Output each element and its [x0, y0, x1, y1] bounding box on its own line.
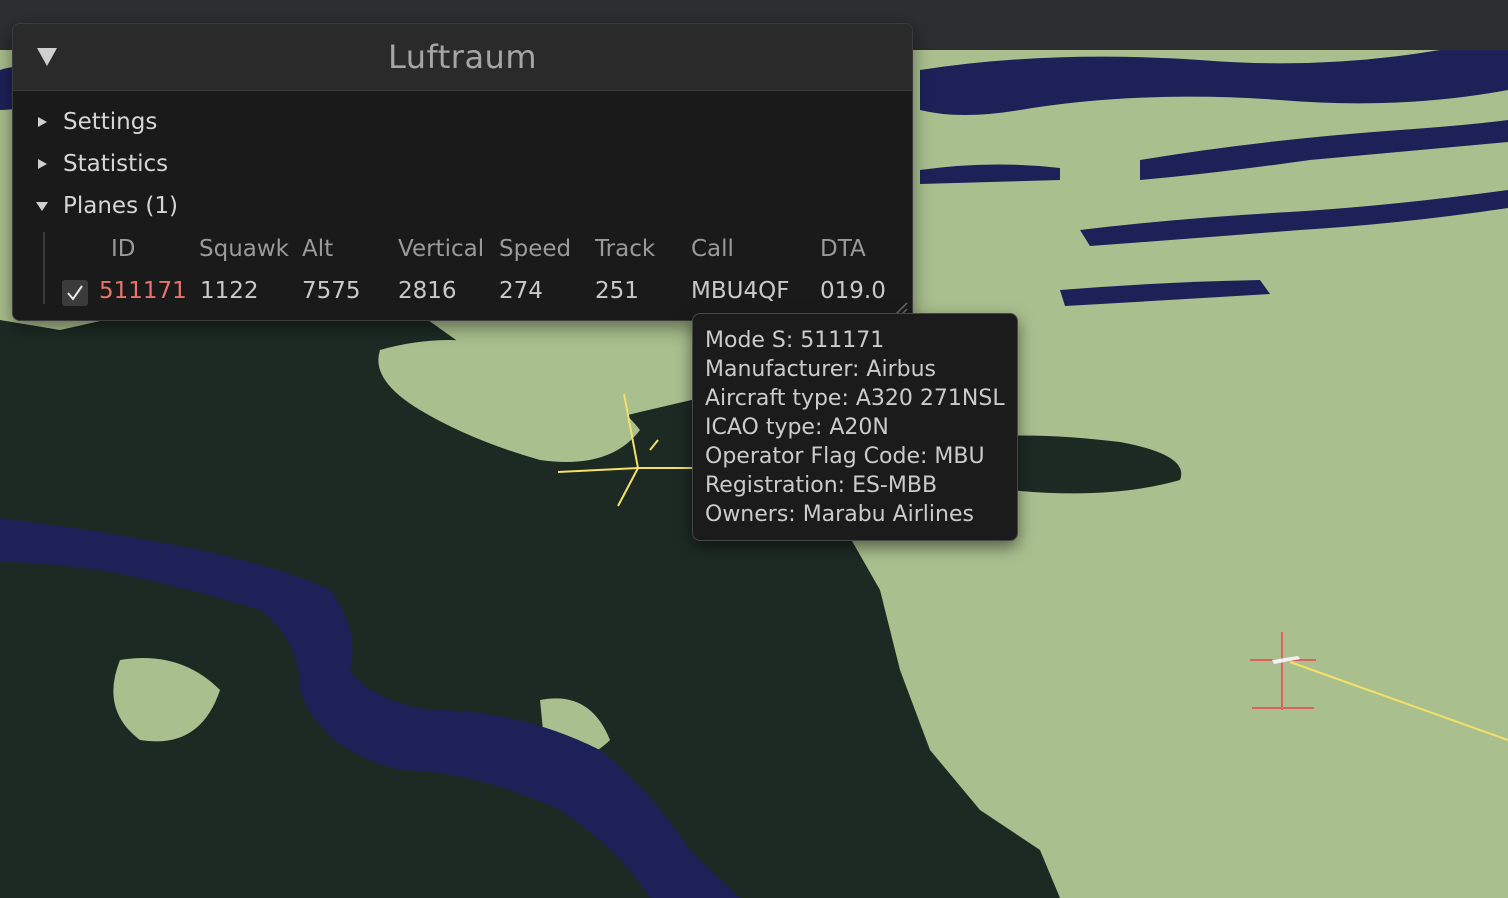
cell-alt: 7575 — [302, 278, 361, 304]
cell-squawk: 1122 — [200, 278, 259, 304]
tooltip-icao-type: ICAO type: A20N — [705, 415, 889, 440]
column-header-vertical[interactable]: Vertical — [398, 236, 484, 262]
column-header-squawk[interactable]: Squawk — [199, 236, 289, 262]
cell-id[interactable]: 511171 — [99, 278, 187, 304]
tree-node-label: Settings — [63, 109, 158, 135]
tree-node-label: Statistics — [63, 151, 169, 177]
cell-track: 251 — [595, 278, 639, 304]
expand-arrow-icon — [35, 152, 59, 176]
tree-node-settings[interactable]: Settings — [35, 106, 157, 138]
column-header-id[interactable]: ID — [111, 236, 136, 262]
cell-call: MBU4QF — [691, 278, 790, 304]
cell-vertical: 2816 — [398, 278, 457, 304]
column-header-track[interactable]: Track — [595, 236, 655, 262]
cell-dta: 019.0 — [820, 278, 886, 304]
row-select-checkbox[interactable] — [62, 280, 88, 306]
plane-info-tooltip: Mode S: 511171 Manufacturer: Airbus Airc… — [692, 313, 1018, 541]
expand-arrow-icon — [35, 110, 59, 134]
tooltip-manufacturer: Manufacturer: Airbus — [705, 357, 936, 382]
tooltip-registration: Registration: ES-MBB — [705, 473, 938, 498]
tree-node-planes[interactable]: Planes (1) — [35, 190, 178, 222]
tooltip-aircraft-type: Aircraft type: A320 271NSL — [705, 386, 1005, 411]
column-header-speed[interactable]: Speed — [499, 236, 571, 262]
tree-node-statistics[interactable]: Statistics — [35, 148, 168, 180]
column-header-alt[interactable]: Alt — [302, 236, 333, 262]
window-title-bar[interactable]: Luftraum — [13, 24, 912, 91]
column-header-call[interactable]: Call — [691, 236, 734, 262]
column-header-dta[interactable]: DTA — [820, 236, 866, 262]
cell-speed: 274 — [499, 278, 543, 304]
collapse-arrow-icon — [35, 194, 59, 218]
tooltip-owners: Owners: Marabu Airlines — [705, 502, 974, 527]
tooltip-mode-s: Mode S: 511171 — [705, 328, 885, 353]
luftraum-window[interactable]: Luftraum Settings Statistics Planes (1) … — [12, 23, 913, 321]
tooltip-operator-flag: Operator Flag Code: MBU — [705, 444, 985, 469]
planes-table: ID Squawk Alt Vertical Speed Track Call … — [43, 232, 903, 306]
tree-guide-line — [43, 232, 45, 304]
tree-node-label: Planes (1) — [63, 193, 178, 219]
window-title: Luftraum — [387, 38, 537, 76]
